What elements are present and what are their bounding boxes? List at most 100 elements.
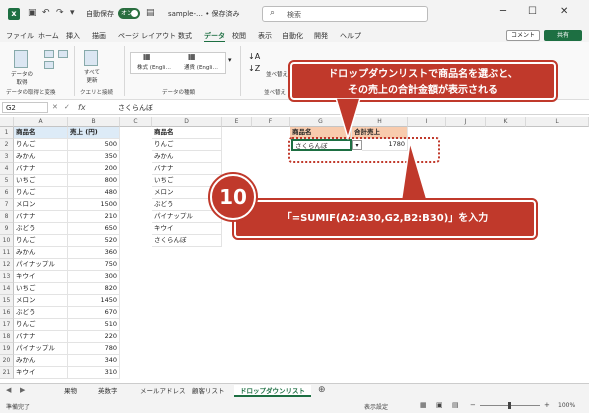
undo-icon[interactable]: ↶ xyxy=(42,8,50,18)
comment-button[interactable]: コメント xyxy=(506,30,540,41)
cell-a[interactable]: バナナ xyxy=(14,211,68,223)
cell-a[interactable]: メロン xyxy=(14,199,68,211)
cell-a[interactable]: みかん xyxy=(14,355,68,367)
cell-b[interactable]: 800 xyxy=(68,175,120,187)
menu-data[interactable]: データ xyxy=(204,31,225,43)
row-header[interactable]: 16 xyxy=(0,307,14,319)
col-header-f[interactable]: F xyxy=(252,117,290,127)
row-header[interactable]: 1 xyxy=(0,127,14,139)
cell-a[interactable]: みかん xyxy=(14,151,68,163)
from-web-icon[interactable] xyxy=(44,61,54,69)
select-all-corner[interactable] xyxy=(0,117,14,127)
cell-a[interactable]: いちご xyxy=(14,175,68,187)
row-header[interactable]: 5 xyxy=(0,175,14,187)
share-button[interactable]: 共有 xyxy=(544,30,582,41)
cell-b[interactable]: 300 xyxy=(68,271,120,283)
cell-b[interactable]: 750 xyxy=(68,259,120,271)
row-header[interactable]: 7 xyxy=(0,199,14,211)
row-header[interactable]: 13 xyxy=(0,271,14,283)
header-product-a[interactable]: 商品名 xyxy=(14,127,68,139)
cell-b[interactable]: 360 xyxy=(68,247,120,259)
formula-cancel-icon[interactable]: ✕ xyxy=(52,103,58,111)
cell-b[interactable]: 350 xyxy=(68,151,120,163)
customize-qat-icon[interactable]: ▾ xyxy=(70,8,75,18)
menu-automate[interactable]: 自動化 xyxy=(282,31,303,41)
row-header[interactable]: 3 xyxy=(0,151,14,163)
cell-a[interactable]: いちご xyxy=(14,283,68,295)
row-header[interactable]: 10 xyxy=(0,235,14,247)
display-settings[interactable]: 表示設定 xyxy=(364,402,388,411)
normal-view-icon[interactable]: ▦ xyxy=(420,401,427,409)
redo-icon[interactable]: ↷ xyxy=(56,8,64,18)
cell-b[interactable]: 200 xyxy=(68,163,120,175)
col-header-d[interactable]: D xyxy=(152,117,222,127)
cell-a[interactable]: りんご xyxy=(14,235,68,247)
row-header[interactable]: 19 xyxy=(0,343,14,355)
cell-d[interactable]: いちご xyxy=(152,175,222,187)
cell-d[interactable]: キウイ xyxy=(152,223,222,235)
tab-alphanumeric[interactable]: 英数字 xyxy=(92,385,124,397)
cell-b[interactable]: 310 xyxy=(68,367,120,379)
sort-label[interactable]: 並べ替え xyxy=(262,70,292,78)
col-header-e[interactable]: E xyxy=(222,117,252,127)
cell-a[interactable]: ぶどう xyxy=(14,307,68,319)
add-sheet-icon[interactable]: ⊕ xyxy=(318,385,326,395)
cell-g2-selected[interactable]: さくらんぼ xyxy=(291,139,352,151)
menu-developer[interactable]: 開発 xyxy=(314,31,328,41)
formula-enter-icon[interactable]: ✓ xyxy=(64,103,70,111)
cell-a[interactable]: パイナップル xyxy=(14,259,68,271)
cell-a[interactable]: キウイ xyxy=(14,367,68,379)
menu-help[interactable]: ヘルプ xyxy=(340,31,361,41)
refresh-all-label[interactable]: すべて 更新 xyxy=(78,68,106,84)
page-break-view-icon[interactable]: ▤ xyxy=(452,401,459,409)
menu-review[interactable]: 校閲 xyxy=(232,31,246,41)
stocks-type[interactable]: 株式 (Engli… xyxy=(132,63,176,71)
cell-d[interactable]: さくらんぼ xyxy=(152,235,222,247)
cell-b[interactable]: 480 xyxy=(68,187,120,199)
cell-a[interactable]: みかん xyxy=(14,247,68,259)
row-header[interactable]: 15 xyxy=(0,295,14,307)
menu-file[interactable]: ファイル xyxy=(6,31,34,41)
cell-b[interactable]: 1500 xyxy=(68,199,120,211)
col-header-l[interactable]: L xyxy=(526,117,589,127)
row-header[interactable]: 17 xyxy=(0,319,14,331)
row-header[interactable]: 11 xyxy=(0,247,14,259)
row-header[interactable]: 2 xyxy=(0,139,14,151)
col-header-k[interactable]: K xyxy=(486,117,526,127)
col-header-i[interactable]: I xyxy=(408,117,446,127)
cell-b[interactable]: 780 xyxy=(68,343,120,355)
tab-prev-icon[interactable]: ◀ xyxy=(6,386,11,394)
minimize-icon[interactable]: ─ xyxy=(500,6,506,17)
sort-az-icon[interactable]: ↓A xyxy=(248,52,260,61)
cell-b[interactable]: 500 xyxy=(68,139,120,151)
tab-fruits[interactable]: 果物 xyxy=(58,385,83,397)
cell-a[interactable]: りんご xyxy=(14,139,68,151)
row-header[interactable]: 18 xyxy=(0,331,14,343)
col-header-c[interactable]: C xyxy=(120,117,152,127)
tab-customers[interactable]: 顧客リスト xyxy=(186,385,231,397)
col-header-b[interactable]: B xyxy=(68,117,120,127)
row-header[interactable]: 21 xyxy=(0,367,14,379)
refresh-all-icon[interactable] xyxy=(84,50,98,66)
page-layout-view-icon[interactable]: ▣ xyxy=(436,401,443,409)
cell-d[interactable]: みかん xyxy=(152,151,222,163)
cell-a[interactable]: メロン xyxy=(14,295,68,307)
menu-insert[interactable]: 挿入 xyxy=(66,31,80,41)
sort-za-icon[interactable]: ↓Z xyxy=(248,64,260,73)
cell-b[interactable]: 520 xyxy=(68,235,120,247)
cell-b[interactable]: 650 xyxy=(68,223,120,235)
name-box[interactable]: G2 xyxy=(2,102,48,113)
get-data-icon[interactable] xyxy=(14,50,28,68)
menu-draw[interactable]: 描画 xyxy=(92,31,106,41)
zoom-out-icon[interactable]: − xyxy=(470,401,476,409)
cell-d[interactable]: りんご xyxy=(152,139,222,151)
get-data-label[interactable]: データの 取得 xyxy=(6,70,38,86)
formula-content[interactable]: さくらんぼ xyxy=(118,103,153,113)
file-name[interactable]: sample-… • 保存済み xyxy=(168,9,240,19)
save-icon[interactable]: ▣ xyxy=(28,8,37,18)
cell-a[interactable]: バナナ xyxy=(14,331,68,343)
cell-a[interactable]: りんご xyxy=(14,319,68,331)
cell-a[interactable]: バナナ xyxy=(14,163,68,175)
row-header[interactable]: 9 xyxy=(0,223,14,235)
autosave-toggle[interactable]: オン xyxy=(118,8,140,19)
